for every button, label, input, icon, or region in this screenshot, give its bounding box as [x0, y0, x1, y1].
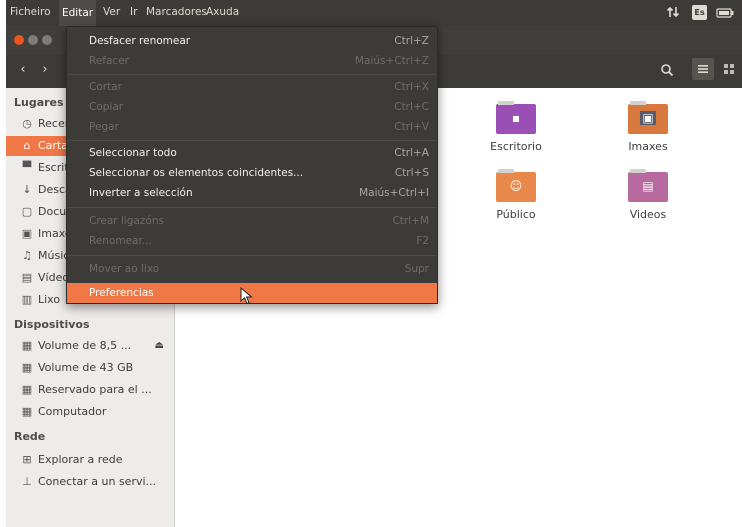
- keyboard-layout-icon[interactable]: Es: [692, 5, 707, 20]
- sidebar-item-connect-server[interactable]: ⊥ Conectar a un servi...: [6, 472, 174, 492]
- menu-item-select-all[interactable]: Seleccionar todo Ctrl+A: [67, 143, 437, 163]
- pictures-folder-icon: ▣: [628, 101, 668, 134]
- sidebar-item-browse-network[interactable]: ⊞ Explorar a rede: [6, 450, 174, 470]
- menu-item-invert-selection[interactable]: Inverter a selección Maiús+Ctrl+I: [67, 183, 437, 203]
- menu-item-create-links: Crear ligazóns Ctrl+M: [89, 215, 429, 227]
- close-window-button[interactable]: [14, 35, 24, 45]
- public-folder-icon: ☺: [496, 169, 536, 202]
- downloads-icon: ↓: [22, 183, 32, 196]
- menu-editar[interactable]: Editar: [59, 0, 97, 26]
- forward-button[interactable]: ›: [34, 60, 56, 80]
- menu-marcadores[interactable]: Marcadores: [146, 6, 207, 18]
- desktop-screen: Ficheiro Editar Ver Ir Marcadores Axuda …: [6, 0, 742, 527]
- folder-label: Escritorio: [490, 140, 542, 153]
- menu-item-cut: Cortar Ctrl+X: [89, 81, 429, 93]
- network-browse-icon: ⊞: [22, 453, 32, 466]
- list-view-button[interactable]: [692, 58, 714, 80]
- list-view-icon: [698, 65, 708, 73]
- desktop-icon: ▀: [22, 161, 32, 174]
- home-icon: ⌂: [23, 139, 31, 152]
- menu-item-undo-rename[interactable]: Desfacer renomear Ctrl+Z: [67, 31, 437, 51]
- sidebar-item-computer[interactable]: ▦ Computador: [6, 402, 174, 422]
- menu-item-paste: Pegar Ctrl+V: [89, 121, 429, 133]
- sidebar-item-label: Volume de 8,5 ...: [38, 339, 132, 352]
- menubar: Ficheiro Editar Ver Ir Marcadores Axuda …: [6, 0, 742, 26]
- sidebar-item-volume-43gb[interactable]: ▦ Volume de 43 GB: [6, 358, 174, 378]
- folder-label: Imaxes: [628, 140, 668, 153]
- sidebar-item-label: Reservado para el ...: [38, 383, 152, 396]
- back-button[interactable]: ‹: [12, 60, 34, 80]
- music-icon: ♫: [22, 249, 32, 262]
- folder-escritorio[interactable]: ▪ Escritorio: [466, 101, 566, 153]
- sidebar-item-label: Computador: [38, 405, 107, 418]
- menu-item-redo: Refacer Maiús+Ctrl+Z: [89, 55, 429, 67]
- minimize-window-button[interactable]: [28, 35, 38, 45]
- folder-imaxes[interactable]: ▣ Imaxes: [598, 101, 698, 153]
- folder-label: Público: [496, 208, 536, 221]
- drive-icon: ▦: [21, 383, 33, 396]
- documents-icon: ▢: [21, 205, 33, 218]
- menu-item-rename: Renomear... F2: [89, 235, 429, 247]
- trash-icon: ▥: [21, 293, 33, 306]
- menu-item-select-matching[interactable]: Seleccionar os elementos coincidentes...…: [67, 163, 437, 183]
- menu-item-copy: Copiar Ctrl+C: [89, 101, 429, 113]
- pictures-icon: ▣: [21, 227, 33, 240]
- menu-separator: [67, 74, 437, 75]
- menu-ver[interactable]: Ver: [103, 6, 120, 18]
- menu-separator: [67, 255, 437, 256]
- sidebar-item-label: Conectar a un servi...: [38, 475, 157, 488]
- network-icon[interactable]: [666, 5, 680, 19]
- desktop-folder-icon: ▪: [496, 101, 536, 134]
- drive-icon: ▦: [21, 361, 33, 374]
- menu-ficheiro[interactable]: Ficheiro: [10, 6, 51, 18]
- recent-icon: ◷: [22, 117, 32, 130]
- eject-icon[interactable]: ⏏: [155, 336, 164, 356]
- menu-separator: [67, 140, 437, 141]
- edit-menu: Desfacer renomear Ctrl+Z Refacer Maiús+Ctr…: [66, 26, 438, 304]
- grid-view-icon[interactable]: [724, 64, 736, 76]
- menu-ir[interactable]: Ir: [130, 6, 137, 18]
- drive-icon: ▦: [21, 405, 33, 418]
- folder-label: Videos: [629, 208, 667, 221]
- menu-axuda[interactable]: Axuda: [206, 6, 239, 18]
- folder-videos[interactable]: ▤ Videos: [598, 169, 698, 221]
- sidebar-item-label: Explorar a rede: [38, 453, 123, 466]
- search-icon[interactable]: [660, 63, 674, 77]
- mouse-cursor-icon: [240, 287, 253, 305]
- places-header: Lugares: [14, 96, 64, 109]
- videos-icon: ▤: [21, 271, 33, 284]
- network-header: Rede: [14, 430, 46, 443]
- maximize-window-button[interactable]: [42, 35, 52, 45]
- sidebar-item-reserved[interactable]: ▦ Reservado para el ...: [6, 380, 174, 400]
- videos-folder-icon: ▤: [628, 169, 668, 202]
- sidebar-item-volume-8-5[interactable]: ▦ Volume de 8,5 ... ⏏: [6, 336, 174, 356]
- devices-header: Dispositivos: [14, 318, 90, 331]
- drive-icon: ▦: [21, 339, 33, 352]
- menu-separator: [67, 207, 437, 208]
- folder-publico[interactable]: ☺ Público: [466, 169, 566, 221]
- server-icon: ⊥: [22, 475, 32, 488]
- sidebar-item-label: Volume de 43 GB: [38, 361, 134, 374]
- battery-icon[interactable]: [716, 8, 734, 18]
- sidebar-item-label: Lixo: [38, 293, 61, 306]
- menu-item-move-to-trash: Mover ao lixo Supr: [89, 263, 429, 275]
